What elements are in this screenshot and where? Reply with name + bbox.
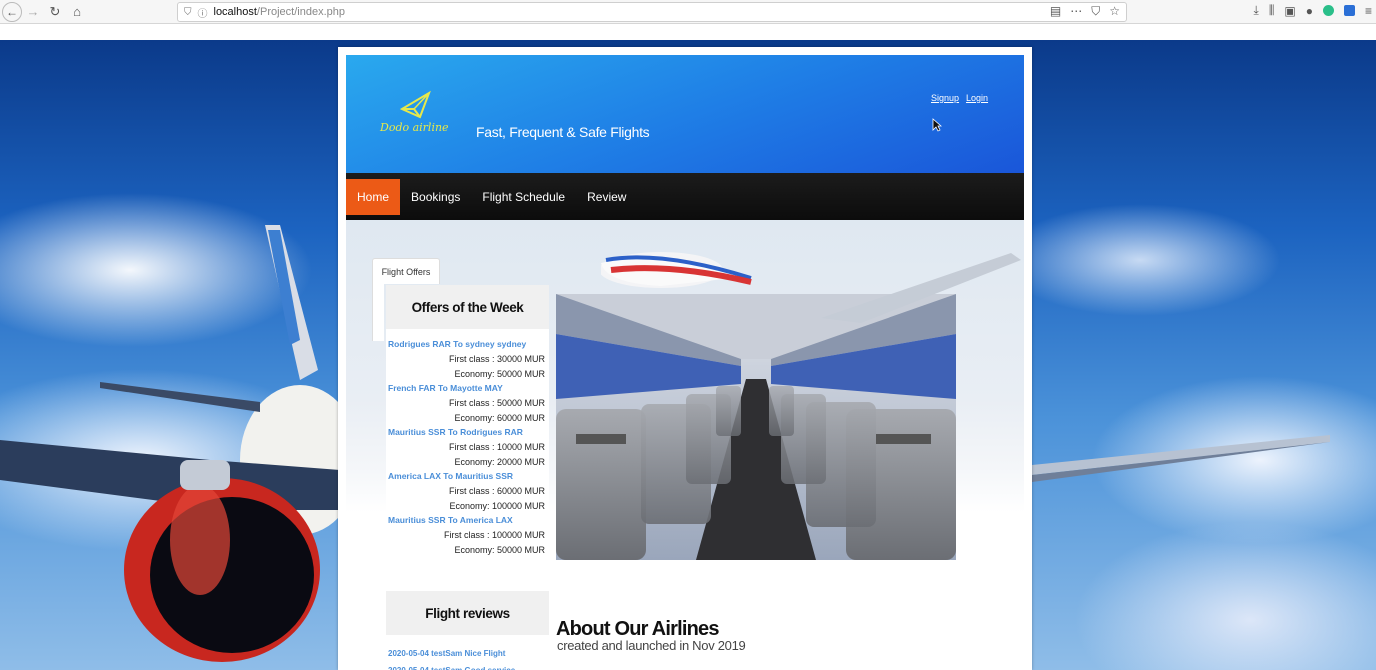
offer-item: Mauritius SSR To Rodrigues RAR First cla…	[386, 425, 549, 469]
reviews-heading: Flight reviews	[386, 591, 549, 635]
mouse-cursor-icon	[932, 118, 942, 132]
forward-arrow-icon[interactable]: →	[22, 1, 44, 23]
more-actions-icon[interactable]: ⋯	[1070, 4, 1082, 19]
reader-view-icon[interactable]: ▤	[1050, 4, 1061, 19]
url-host: localhost	[213, 6, 257, 18]
account-icon[interactable]: ●	[1306, 4, 1313, 18]
offers-heading: Offers of the Week	[386, 285, 549, 329]
offer-route-link[interactable]: Rodrigues RAR To sydney sydney	[388, 337, 547, 352]
bookmark-star-icon[interactable]: ☆	[1109, 4, 1120, 19]
review-item[interactable]: 2020-05-04 testSam Good service	[386, 662, 549, 670]
offer-route-link[interactable]: French FAR To Mayotte MAY	[388, 381, 547, 396]
offer-route-link[interactable]: America LAX To Mauritius SSR	[388, 469, 547, 484]
offer-economy: Economy: 20000 MUR	[454, 456, 545, 467]
reviews-list: 2020-05-04 testSam Nice Flight 2020-05-0…	[386, 635, 549, 670]
extension-blue-icon[interactable]	[1343, 5, 1355, 16]
nav-bookings[interactable]: Bookings	[400, 179, 471, 215]
airplane-cabin-image	[556, 294, 956, 560]
signup-link[interactable]: Signup	[931, 93, 959, 103]
extension-green-icon[interactable]	[1322, 5, 1334, 16]
offer-item: French FAR To Mayotte MAY First class : …	[386, 381, 549, 425]
sidebar-icon[interactable]: ▣	[1284, 4, 1295, 18]
home-icon[interactable]: ⌂	[66, 1, 88, 23]
page-top-strip	[0, 24, 1376, 40]
url-bar[interactable]: ⛉ ⓘ localhost/Project/index.php ▤ ⋯ ⛉ ☆	[177, 2, 1127, 22]
logo-text: Dodo airline	[380, 121, 449, 134]
nav-home[interactable]: Home	[346, 178, 401, 215]
site-tagline: Fast, Frequent & Safe Flights	[476, 124, 650, 140]
shield-icon: ⛉	[184, 6, 192, 18]
offer-item: America LAX To Mauritius SSR First class…	[386, 469, 549, 513]
offer-economy: Economy: 50000 MUR	[454, 368, 545, 379]
auth-links: Signup Login	[931, 93, 988, 103]
pocket-icon[interactable]: ⛉	[1091, 4, 1100, 19]
offer-economy: Economy: 60000 MUR	[454, 412, 545, 423]
tab-panel-edge	[372, 283, 384, 341]
browser-toolbar: ← → ↻ ⌂ ⛉ ⓘ localhost/Project/index.php …	[0, 0, 1376, 24]
offer-route-link[interactable]: Mauritius SSR To America LAX	[388, 513, 547, 528]
offer-first-class: First class : 100000 MUR	[443, 530, 545, 540]
offers-sidebar: Offers of the Week Rodrigues RAR To sydn…	[386, 285, 549, 670]
flying-plane-graphic	[601, 252, 1021, 323]
nav-flight-schedule[interactable]: Flight Schedule	[471, 179, 576, 215]
offer-first-class: First class : 60000 MUR	[448, 486, 545, 496]
site-header: Dodo airline Fast, Frequent & Safe Fligh…	[346, 55, 1024, 173]
offer-first-class: First class : 50000 MUR	[448, 398, 545, 408]
download-icon[interactable]: ⤓	[1254, 3, 1259, 18]
menu-icon[interactable]: ≡	[1365, 4, 1372, 18]
login-link[interactable]: Login	[966, 93, 988, 103]
flight-offers-tab[interactable]: Flight Offers	[372, 258, 440, 284]
offers-list: Rodrigues RAR To sydney sydney First cla…	[386, 329, 549, 591]
offer-item: Mauritius SSR To America LAX First class…	[386, 513, 549, 557]
offer-first-class: First class : 10000 MUR	[448, 442, 545, 452]
offer-route-link[interactable]: Mauritius SSR To Rodrigues RAR	[388, 425, 547, 440]
offer-economy: Economy: 100000 MUR	[449, 500, 545, 511]
info-icon[interactable]: ⓘ	[198, 5, 208, 20]
offer-first-class: First class : 30000 MUR	[448, 354, 545, 364]
offer-item: Rodrigues RAR To sydney sydney First cla…	[386, 337, 549, 381]
reload-icon[interactable]: ↻	[44, 1, 66, 23]
library-icon[interactable]: ⫼	[1269, 3, 1275, 18]
main-nav: Home Bookings Flight Schedule Review	[346, 173, 1024, 220]
review-item[interactable]: 2020-05-04 testSam Nice Flight	[386, 645, 549, 662]
offer-economy: Economy: 50000 MUR	[454, 544, 545, 555]
about-subtitle: created and launched in Nov 2019	[557, 638, 746, 653]
main-content: Flight Offers Offers of the Week Rodrigu…	[346, 220, 1024, 670]
back-arrow-icon[interactable]: ←	[2, 1, 22, 22]
website-page: Dodo airline Fast, Frequent & Safe Fligh…	[338, 47, 1032, 670]
nav-review[interactable]: Review	[576, 179, 637, 215]
url-path: /Project/index.php	[256, 6, 345, 18]
